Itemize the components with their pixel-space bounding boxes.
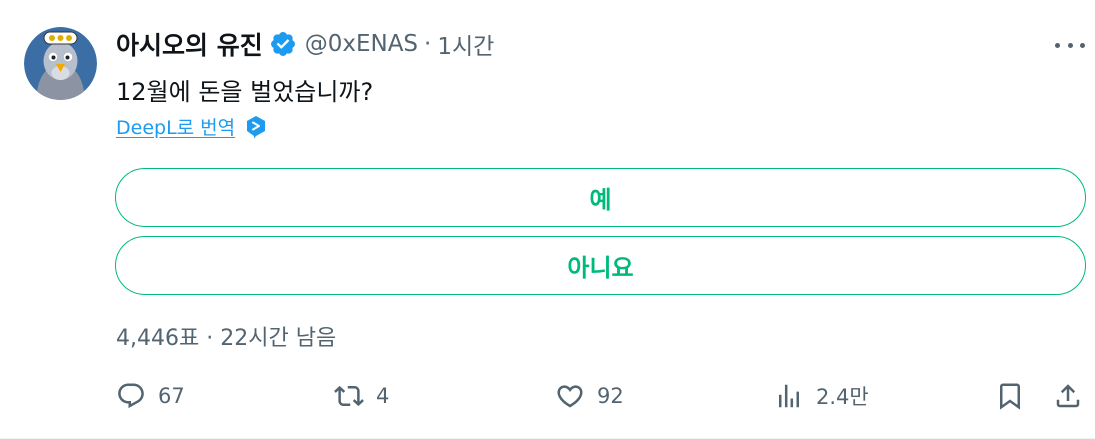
author-handle[interactable]: @0xENAS [305,31,418,57]
like-button[interactable]: 92 [555,378,624,414]
poll-vote-count: 4,446표 [116,326,200,351]
reply-button[interactable]: 67 [116,378,185,414]
poll-option-label: 예 [589,186,612,214]
more-options-icon[interactable] [1055,35,1085,55]
pigeon-avatar-image [24,27,97,100]
poll-option-yes[interactable]: 예 [115,168,1086,227]
header-separator: · [424,31,432,57]
poll-option-label: 아니요 [567,254,634,282]
verified-badge-icon[interactable] [269,30,297,58]
tweet-actions: 67 4 92 2.4만 [116,378,1086,414]
tweet-card[interactable]: 아시오의 유진 @0xENAS · 1시간 12월에 돈을 벌었습니까? Dee… [0,0,1095,439]
more-dot [1067,42,1073,48]
translate-label[interactable]: DeepL로 번역 [116,113,235,140]
more-dot [1080,42,1085,48]
reply-count: 67 [158,384,185,408]
author-display-name[interactable]: 아시오의 유진 [116,26,263,62]
retweet-button[interactable]: 4 [334,378,389,414]
retweet-icon [334,385,364,407]
views-count: 2.4만 [816,385,869,409]
deepl-icon [245,115,267,139]
share-icon [1056,384,1080,408]
bookmark-icon [1000,383,1020,410]
reply-icon [118,383,144,409]
views-button[interactable]: 2.4만 [774,378,869,414]
retweet-count: 4 [376,384,390,408]
more-dot [1055,42,1060,48]
heart-icon [557,385,583,408]
views-chart-icon [779,384,799,408]
poll-time-remaining: 22시간 남음 [220,326,337,351]
poll-meta-separator: · [206,326,214,351]
like-count: 92 [597,384,624,408]
share-button[interactable] [1053,378,1083,414]
translate-link[interactable]: DeepL로 번역 [116,113,267,140]
poll-option-no[interactable]: 아니요 [115,236,1086,295]
tweet-timestamp[interactable]: 1시간 [437,27,494,61]
avatar[interactable] [24,27,97,100]
tweet-text: 12월에 돈을 벌었습니까? [116,78,374,106]
bookmark-button[interactable] [995,378,1025,414]
poll-meta: 4,446표 · 22시간 남음 [116,320,336,352]
tweet-header: 아시오의 유진 @0xENAS · 1시간 [116,28,494,60]
